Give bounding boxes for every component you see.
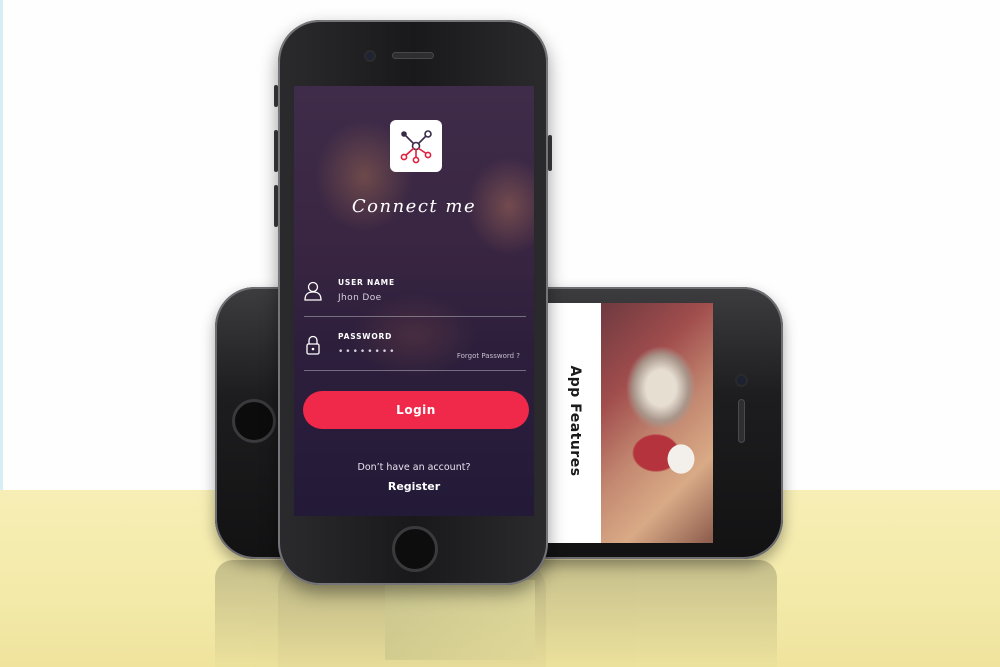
app-logo [390,120,442,172]
password-input[interactable]: •••••••• [338,347,396,357]
wall-edge [0,0,3,490]
landscape-home-button[interactable] [232,399,276,443]
front-camera [366,52,374,60]
mockup-stage: App Features Connect me USER NAME Jhon D… [0,0,1000,667]
landscape-camera [737,376,746,385]
register-link[interactable]: Register [294,480,534,493]
login-button[interactable]: Login [303,391,529,429]
earpiece-speaker [393,53,433,58]
lock-icon [306,335,320,355]
user-icon [304,281,322,301]
feature-photo [601,303,713,543]
username-field[interactable]: USER NAME Jhon Doe [304,272,526,317]
network-nodes-icon [400,130,432,164]
app-features-heading: App Features [567,365,583,477]
screen-reflection [385,580,535,660]
landscape-screen: App Features [548,303,713,543]
no-account-text: Don’t have an account? [357,462,471,473]
username-label: USER NAME [338,278,395,287]
username-input[interactable]: Jhon Doe [338,293,382,303]
landscape-speaker [739,400,744,442]
forgot-password-link[interactable]: Forgot Password ? [457,352,520,360]
login-screen: Connect me USER NAME Jhon Doe PASSWORD •… [294,86,534,516]
password-field[interactable]: PASSWORD •••••••• Forgot Password ? [304,326,526,371]
app-title: Connect me [351,196,477,217]
password-label: PASSWORD [338,332,393,341]
home-button[interactable] [392,526,438,572]
power-button [548,135,552,171]
